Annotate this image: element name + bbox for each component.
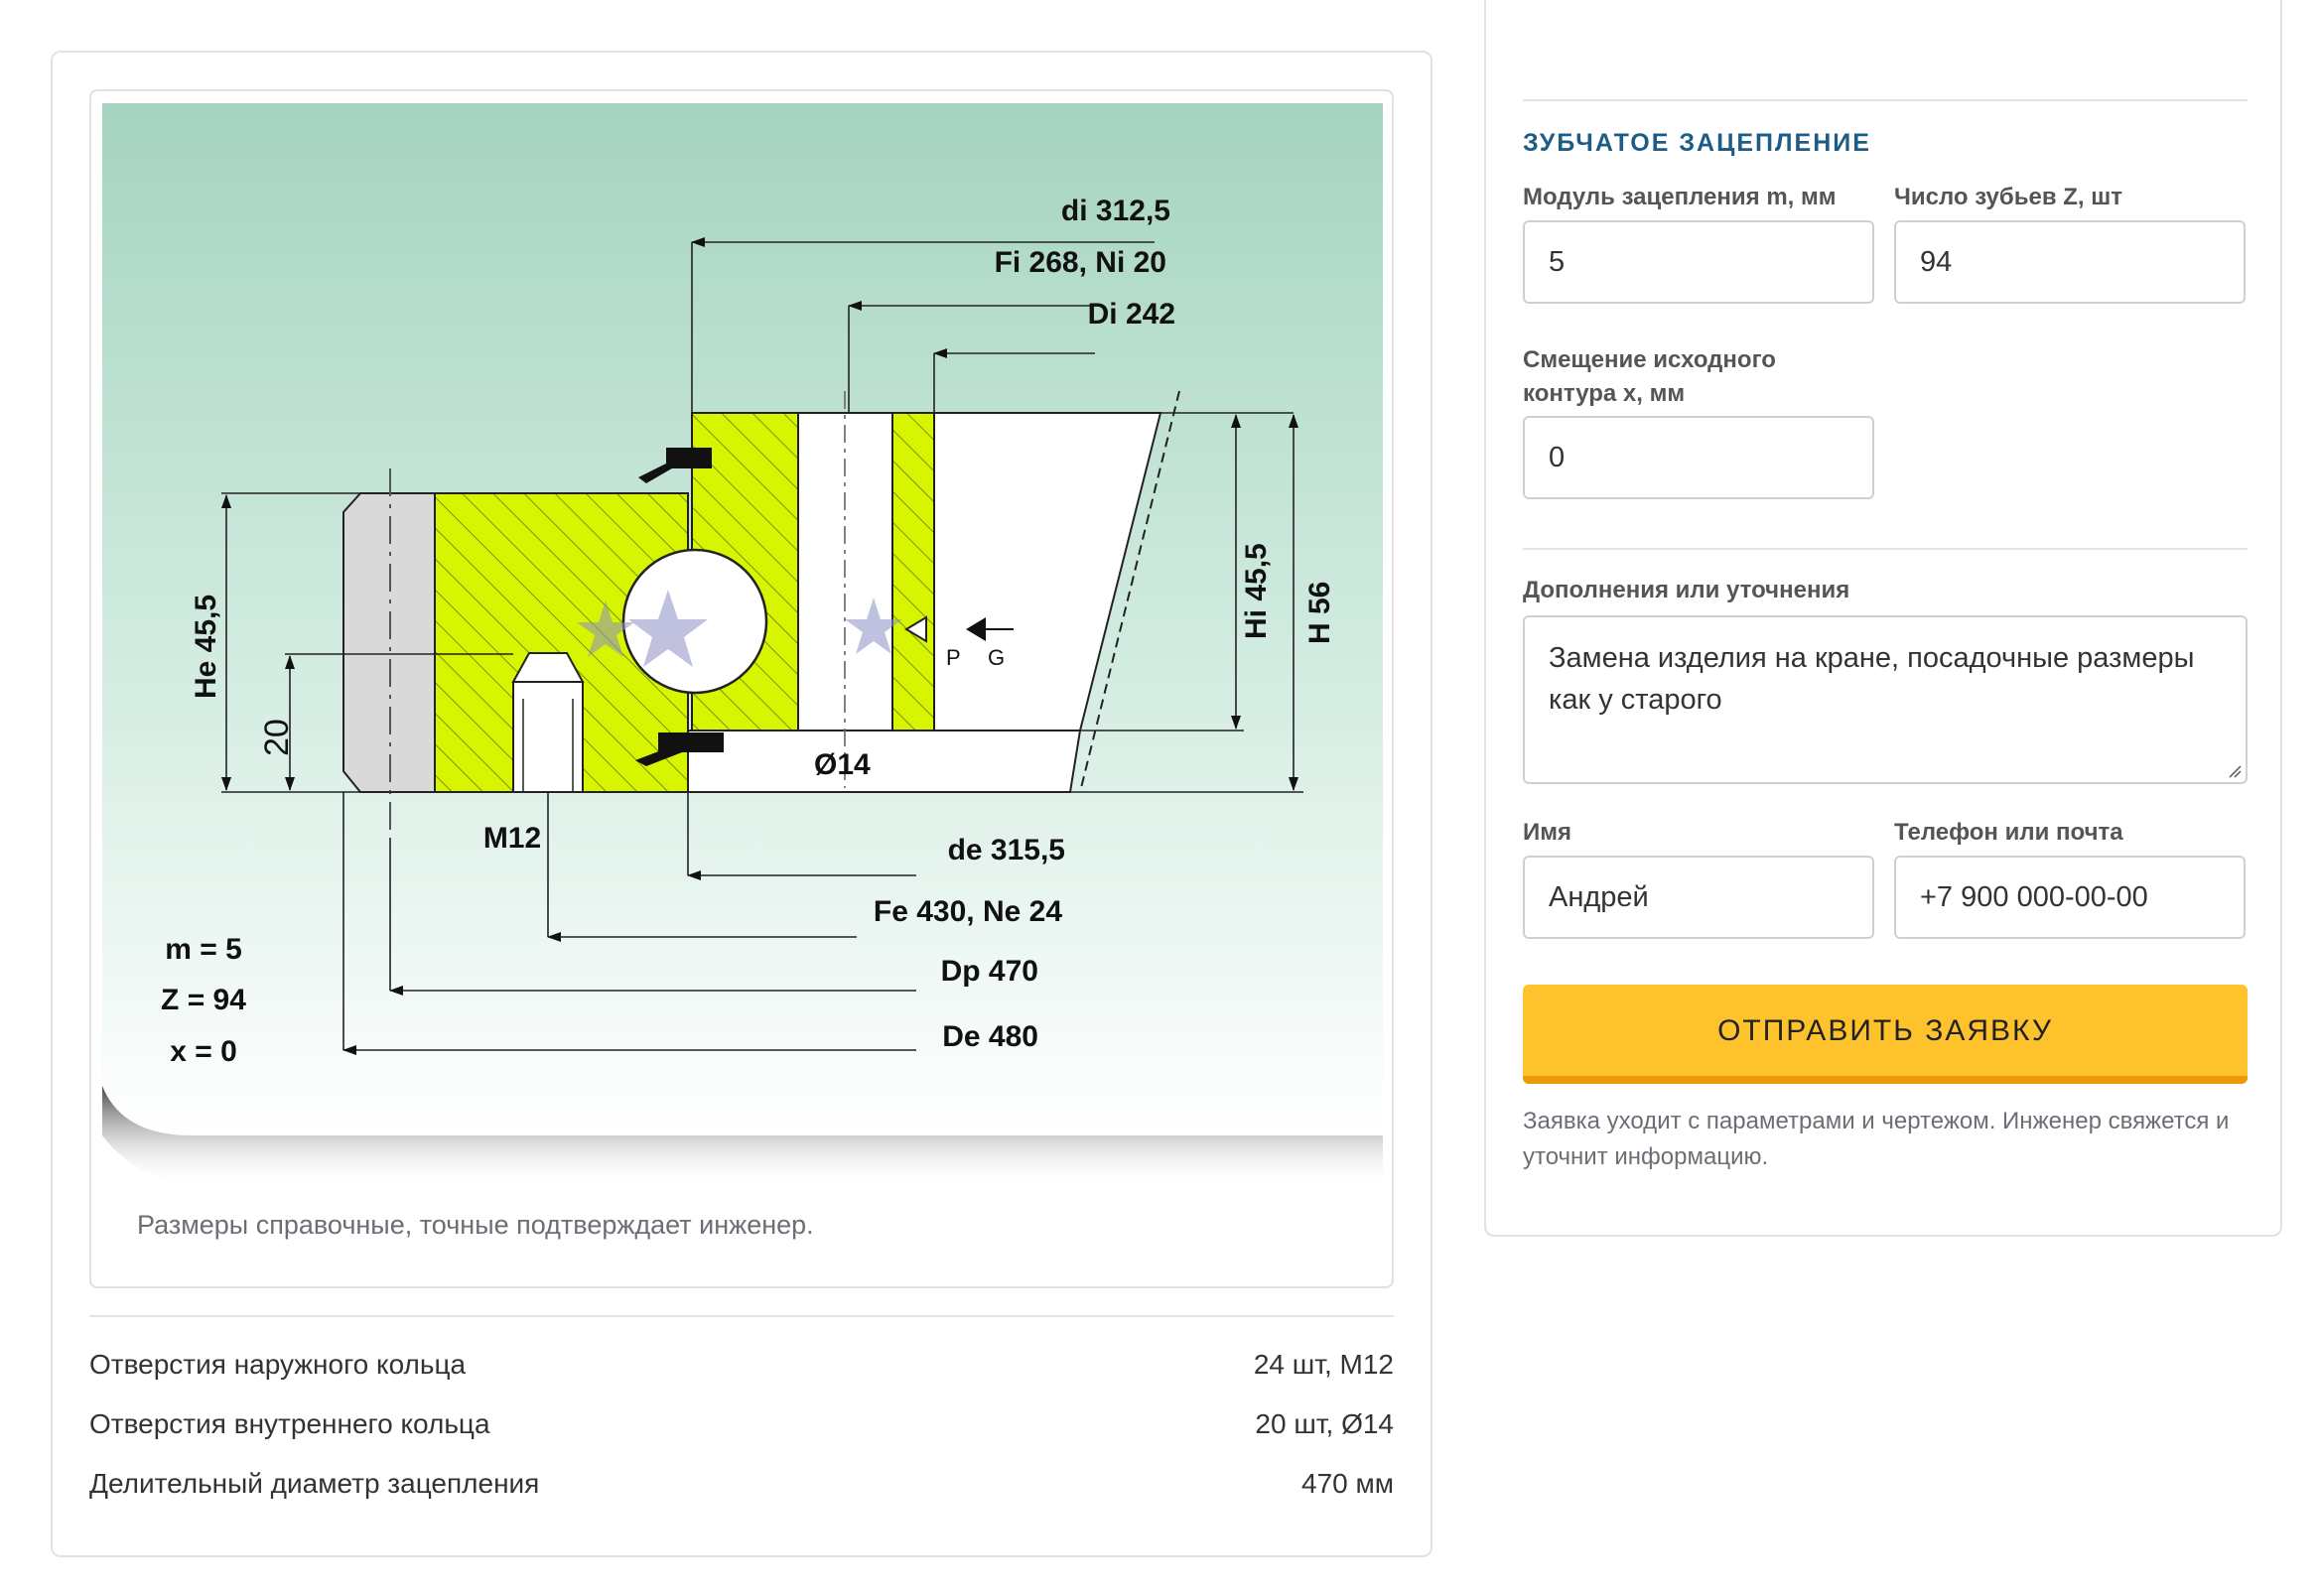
teeth-input[interactable]: 94 <box>1894 220 2246 304</box>
contact-input[interactable]: +7 900 000-00-00 <box>1894 856 2246 939</box>
label-di-small: Di 242 <box>1088 298 1175 331</box>
bearing-drawing: di 312,5 Fi 268, Ni 20 Di 242 He 45,5 Hi… <box>102 103 1383 1187</box>
product-card: di 312,5 Fi 268, Ni 20 Di 242 He 45,5 Hi… <box>51 51 1432 1557</box>
name-input[interactable]: Андрей <box>1523 856 1874 939</box>
label-fe-ne: Fe 430, Ne 24 <box>874 895 1062 928</box>
spec-row: Отверстия внутреннего кольца 20 шт, Ø14 <box>89 1408 1394 1448</box>
label-dp: Dp 470 <box>941 955 1038 988</box>
divider <box>1523 99 2248 101</box>
section-title: ЗУБЧАТОЕ ЗАЦЕПЛЕНИЕ <box>1523 129 1871 157</box>
spec-value: 470 мм <box>1301 1468 1394 1499</box>
notes-label: Дополнения или уточнения <box>1523 577 1850 603</box>
resize-handle-icon[interactable] <box>2226 762 2242 778</box>
spec-value: 20 шт, Ø14 <box>1255 1408 1394 1439</box>
notes-text: Замена изделия на кране, посадочные разм… <box>1549 642 2195 716</box>
notes-textarea[interactable]: Замена изделия на кране, посадочные разм… <box>1523 615 2248 784</box>
request-form: ЗУБЧАТОЕ ЗАЦЕПЛЕНИЕ Модуль зацепления m,… <box>1484 0 2282 1237</box>
module-input[interactable]: 5 <box>1523 220 1874 304</box>
label-he: He 45,5 <box>190 595 222 699</box>
label-z: Z = 94 <box>161 984 246 1016</box>
spec-label: Отверстия наружного кольца <box>89 1349 467 1380</box>
drawing-caption: Размеры справочные, точные подтверждает … <box>137 1210 814 1240</box>
spec-label: Отверстия внутреннего кольца <box>89 1408 490 1439</box>
label-fi-ni: Fi 268, Ni 20 <box>995 246 1166 279</box>
divider <box>89 1315 1394 1317</box>
label-de: de 315,5 <box>948 834 1065 866</box>
label-g: G <box>988 645 1005 670</box>
offset-label-line: Смещение исходного <box>1523 346 1776 373</box>
label-twenty: 20 <box>258 719 296 756</box>
teeth-label: Число зубьев Z, шт <box>1894 184 2123 210</box>
spec-row: Делительный диаметр зацепления 470 мм <box>89 1468 1394 1508</box>
submit-button[interactable]: ОТПРАВИТЬ ЗАЯВКУ <box>1523 985 2248 1084</box>
label-m: m = 5 <box>165 933 242 966</box>
label-x: x = 0 <box>170 1035 237 1068</box>
spec-row: Отверстия наружного кольца 24 шт, M12 <box>89 1349 1394 1389</box>
spec-value: 24 шт, M12 <box>1253 1349 1394 1380</box>
module-label: Модуль зацепления m, мм <box>1523 184 1837 210</box>
label-hole: Ø14 <box>814 748 871 781</box>
name-label: Имя <box>1523 819 1572 846</box>
spec-label: Делительный диаметр зацепления <box>89 1468 540 1499</box>
label-hi: Hi 45,5 <box>1240 543 1273 639</box>
drawing-figure: di 312,5 Fi 268, Ni 20 Di 242 He 45,5 Hi… <box>89 89 1394 1288</box>
contact-label: Телефон или почта <box>1894 819 2123 846</box>
offset-label-line: контура x, мм <box>1523 380 1686 407</box>
divider <box>1523 548 2248 550</box>
offset-label: Смещение исходного контура x, мм <box>1523 343 1776 411</box>
label-h: H 56 <box>1303 582 1336 644</box>
label-m12: M12 <box>483 822 541 855</box>
form-note: Заявка уходит с параметрами и чертежом. … <box>1523 1108 2230 1170</box>
offset-input[interactable]: 0 <box>1523 416 1874 499</box>
label-di: di 312,5 <box>1061 195 1170 227</box>
label-de-big: De 480 <box>942 1020 1038 1053</box>
label-p: P <box>946 645 961 670</box>
